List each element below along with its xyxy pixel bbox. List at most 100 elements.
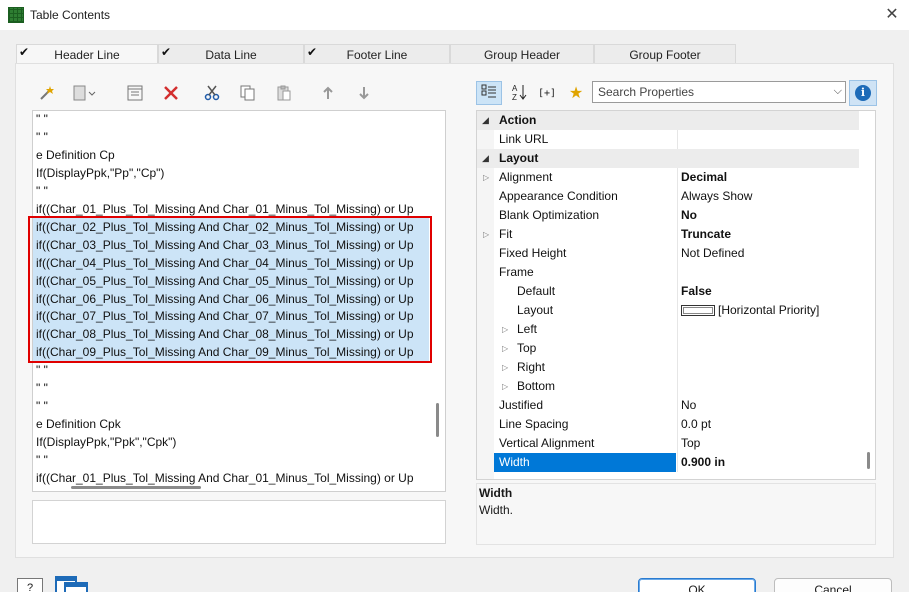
list-item[interactable]: " ": [33, 182, 429, 200]
list-vertical-scrollbar[interactable]: [436, 403, 439, 437]
delete-button[interactable]: [160, 82, 182, 104]
collapse-icon[interactable]: ◢: [482, 149, 489, 168]
list-item[interactable]: if((Char_07_Plus_Tol_Missing And Char_07…: [33, 307, 429, 326]
list-item[interactable]: if((Char_03_Plus_Tol_Missing And Char_03…: [33, 235, 429, 254]
property-row[interactable]: Appearance Condition Always Show: [477, 187, 859, 206]
expand-arrow-icon[interactable]: ▷: [502, 339, 508, 358]
search-properties-field[interactable]: Search Properties ⌵: [592, 81, 846, 103]
collapse-icon[interactable]: ◢: [482, 111, 489, 130]
column-divider[interactable]: [677, 206, 678, 225]
property-category[interactable]: ◢ Action: [477, 111, 859, 130]
property-category[interactable]: ◢ Layout: [477, 149, 859, 168]
expand-arrow-icon[interactable]: ▷: [502, 377, 508, 396]
property-row[interactable]: ▷ Alignment Decimal: [477, 168, 859, 187]
list-item[interactable]: " ": [33, 111, 429, 128]
list-item[interactable]: " ": [33, 451, 429, 469]
property-value[interactable]: Top: [681, 434, 700, 453]
list-item[interactable]: e Definition Cpk: [33, 415, 429, 433]
list-item[interactable]: if((Char_05_Plus_Tol_Missing And Char_05…: [33, 271, 429, 290]
property-value[interactable]: [Horizontal Priority]: [681, 301, 819, 320]
property-row[interactable]: Blank Optimization No: [477, 206, 859, 225]
list-item[interactable]: if((Char_06_Plus_Tol_Missing And Char_06…: [33, 289, 429, 308]
tab-group-header[interactable]: Group Header: [450, 44, 594, 64]
property-value[interactable]: False: [681, 282, 712, 301]
copy-button[interactable]: [237, 82, 259, 104]
list-item[interactable]: if((Char_01_Plus_Tol_Missing And Char_01…: [33, 200, 429, 218]
list-item[interactable]: If(DisplayPpk,"Ppk","Cpk"): [33, 433, 429, 451]
expand-arrow-icon[interactable]: ▷: [483, 225, 489, 244]
property-value[interactable]: No: [681, 396, 696, 415]
column-divider[interactable]: [677, 396, 678, 415]
list-horizontal-scrollbar[interactable]: [71, 486, 201, 489]
property-row[interactable]: ▷ Bottom: [477, 377, 859, 396]
expand-arrow-icon[interactable]: ▷: [483, 168, 489, 187]
column-divider[interactable]: [677, 320, 678, 339]
column-divider[interactable]: [677, 301, 678, 320]
column-list[interactable]: " " " " e Definition Cp If(DisplayPpk,"Pp",…: [32, 110, 446, 492]
tab-group-footer[interactable]: Group Footer: [594, 44, 736, 64]
property-grid[interactable]: ◢ Action Link URL ◢ Layout ▷ Alignment Decimal A…: [476, 110, 876, 480]
list-item[interactable]: " ": [33, 361, 429, 379]
column-divider[interactable]: [677, 225, 678, 244]
new-item-button[interactable]: [70, 82, 100, 104]
column-divider[interactable]: [677, 415, 678, 434]
column-divider[interactable]: [677, 377, 678, 396]
tab-footer-line[interactable]: ✔ Footer Line: [304, 44, 450, 64]
property-value[interactable]: 0.900 in: [681, 453, 725, 472]
property-row[interactable]: Layout [Horizontal Priority]: [477, 301, 859, 320]
column-divider[interactable]: [677, 263, 678, 282]
list-item[interactable]: if((Char_09_Plus_Tol_Missing And Char_09…: [33, 343, 429, 362]
list-item[interactable]: e Definition Cp: [33, 146, 429, 164]
sort-alphabetical-button[interactable]: AZ: [506, 81, 532, 105]
list-item[interactable]: " ": [33, 397, 429, 415]
property-row[interactable]: ▷ Fit Truncate: [477, 225, 859, 244]
list-item[interactable]: " ": [33, 379, 429, 397]
property-row[interactable]: Default False: [477, 282, 859, 301]
property-row[interactable]: Justified No: [477, 396, 859, 415]
help-button[interactable]: ?: [17, 578, 43, 592]
cut-button[interactable]: [201, 82, 223, 104]
column-divider[interactable]: [677, 168, 678, 187]
list-item[interactable]: if((Char_08_Plus_Tol_Missing And Char_08…: [33, 325, 429, 344]
property-value[interactable]: 0.0 pt: [681, 415, 711, 434]
column-divider[interactable]: [677, 434, 678, 453]
property-row[interactable]: Frame: [477, 263, 859, 282]
property-grid-scrollbar[interactable]: [867, 452, 870, 469]
property-value[interactable]: No: [681, 206, 697, 225]
expand-all-button[interactable]: [+]: [534, 81, 560, 105]
column-divider[interactable]: [677, 282, 678, 301]
ok-button[interactable]: OK: [638, 578, 756, 592]
property-value[interactable]: Not Defined: [681, 244, 744, 263]
list-item[interactable]: if((Char_04_Plus_Tol_Missing And Char_04…: [33, 253, 429, 272]
cancel-button[interactable]: Cancel: [774, 578, 892, 592]
expand-arrow-icon[interactable]: ▷: [502, 358, 508, 377]
close-icon[interactable]: ✕: [883, 6, 901, 24]
paste-button[interactable]: [273, 82, 295, 104]
magic-wand-button[interactable]: [36, 82, 58, 104]
chevron-down-icon[interactable]: ⌵: [834, 85, 842, 98]
property-row[interactable]: ▷ Right: [477, 358, 859, 377]
move-down-button[interactable]: [353, 82, 375, 104]
windows-icon[interactable]: [55, 576, 89, 592]
column-divider[interactable]: [677, 453, 678, 472]
column-divider[interactable]: [677, 339, 678, 358]
list-item[interactable]: " ": [33, 128, 429, 146]
property-row[interactable]: Fixed Height Not Defined: [477, 244, 859, 263]
expand-arrow-icon[interactable]: ▷: [502, 320, 508, 339]
property-value[interactable]: Decimal: [681, 168, 727, 187]
property-row[interactable]: Width 0.900 in: [477, 453, 859, 472]
column-divider[interactable]: [677, 187, 678, 206]
list-item[interactable]: if((Char_02_Plus_Tol_Missing And Char_02…: [33, 217, 429, 236]
column-divider[interactable]: [677, 130, 678, 149]
property-value[interactable]: Always Show: [681, 187, 752, 206]
formula-description-box[interactable]: [32, 500, 446, 544]
properties-button[interactable]: [124, 82, 146, 104]
list-item[interactable]: If(DisplayPpk,"Pp","Cp"): [33, 164, 429, 182]
property-row[interactable]: Vertical Alignment Top: [477, 434, 859, 453]
property-row[interactable]: ▷ Left: [477, 320, 859, 339]
column-divider[interactable]: [677, 358, 678, 377]
favorites-button[interactable]: ★: [563, 81, 589, 105]
info-button[interactable]: i: [849, 80, 877, 106]
list-item[interactable]: if((Char_01_Plus_Tol_Missing And Char_01…: [33, 469, 429, 487]
property-row[interactable]: ▷ Top: [477, 339, 859, 358]
